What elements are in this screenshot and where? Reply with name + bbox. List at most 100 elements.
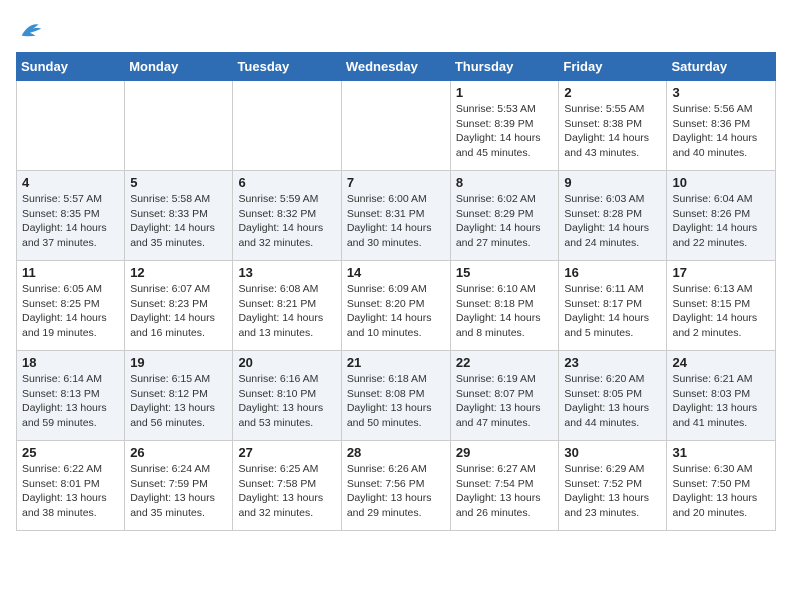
day-number: 11 <box>22 265 119 280</box>
day-number: 16 <box>564 265 661 280</box>
day-info: Sunrise: 6:10 AM Sunset: 8:18 PM Dayligh… <box>456 282 554 341</box>
calendar-cell: 9 Sunrise: 6:03 AM Sunset: 8:28 PM Daylig… <box>559 171 667 261</box>
page-header <box>16 16 776 44</box>
day-number: 31 <box>672 445 770 460</box>
calendar-header-row: SundayMondayTuesdayWednesdayThursdayFrid… <box>17 53 776 81</box>
day-number: 25 <box>22 445 119 460</box>
day-number: 29 <box>456 445 554 460</box>
calendar-cell: 6Sunrise: 5:59 AM Sunset: 8:32 PM Daylig… <box>233 171 341 261</box>
day-header-friday: Friday <box>559 53 667 81</box>
week-row: 4 Sunrise: 5:57 AM Sunset: 8:35 PM Daylig… <box>17 171 776 261</box>
day-info: Sunrise: 6:05 AM Sunset: 8:25 PM Dayligh… <box>22 282 119 341</box>
day-number: 17 <box>672 265 770 280</box>
day-info: Sunrise: 6:07 AM Sunset: 8:23 PM Dayligh… <box>130 282 227 341</box>
day-number: 23 <box>564 355 661 370</box>
calendar-table: SundayMondayTuesdayWednesdayThursdayFrid… <box>16 52 776 531</box>
calendar-cell: 29 Sunrise: 6:27 AM Sunset: 7:54 PM Dayli… <box>450 441 559 531</box>
day-number: 10 <box>672 175 770 190</box>
week-row: 1Sunrise: 5:53 AM Sunset: 8:39 PM Daylig… <box>17 81 776 171</box>
day-info: Sunrise: 6:27 AM Sunset: 7:54 PM Dayligh… <box>456 462 554 521</box>
calendar-cell: 23 Sunrise: 6:20 AM Sunset: 8:05 PM Dayli… <box>559 351 667 441</box>
calendar-cell: 1Sunrise: 5:53 AM Sunset: 8:39 PM Daylig… <box>450 81 559 171</box>
day-info: Sunrise: 6:25 AM Sunset: 7:58 PM Dayligh… <box>238 462 335 521</box>
day-number: 9 <box>564 175 661 190</box>
logo <box>16 16 48 44</box>
day-info: Sunrise: 6:26 AM Sunset: 7:56 PM Dayligh… <box>347 462 445 521</box>
day-info: Sunrise: 6:29 AM Sunset: 7:52 PM Dayligh… <box>564 462 661 521</box>
calendar-cell: 10 Sunrise: 6:04 AM Sunset: 8:26 PM Dayli… <box>667 171 776 261</box>
day-info: Sunrise: 6:14 AM Sunset: 8:13 PM Dayligh… <box>22 372 119 431</box>
calendar-cell: 17 Sunrise: 6:13 AM Sunset: 8:15 PM Dayli… <box>667 261 776 351</box>
day-info: Sunrise: 5:56 AM Sunset: 8:36 PM Dayligh… <box>672 102 770 161</box>
calendar-cell: 4 Sunrise: 5:57 AM Sunset: 8:35 PM Daylig… <box>17 171 125 261</box>
day-number: 12 <box>130 265 227 280</box>
calendar-cell: 20 Sunrise: 6:16 AM Sunset: 8:10 PM Dayli… <box>233 351 341 441</box>
day-number: 20 <box>238 355 335 370</box>
calendar-cell: 13 Sunrise: 6:08 AM Sunset: 8:21 PM Dayli… <box>233 261 341 351</box>
day-info: Sunrise: 5:57 AM Sunset: 8:35 PM Dayligh… <box>22 192 119 251</box>
calendar-cell: 5Sunrise: 5:58 AM Sunset: 8:33 PM Daylig… <box>125 171 233 261</box>
week-row: 18 Sunrise: 6:14 AM Sunset: 8:13 PM Dayli… <box>17 351 776 441</box>
day-info: Sunrise: 5:58 AM Sunset: 8:33 PM Dayligh… <box>130 192 227 251</box>
day-header-wednesday: Wednesday <box>341 53 450 81</box>
calendar-cell <box>341 81 450 171</box>
day-number: 26 <box>130 445 227 460</box>
calendar-cell: 30 Sunrise: 6:29 AM Sunset: 7:52 PM Dayli… <box>559 441 667 531</box>
day-info: Sunrise: 6:18 AM Sunset: 8:08 PM Dayligh… <box>347 372 445 431</box>
calendar-cell: 7 Sunrise: 6:00 AM Sunset: 8:31 PM Daylig… <box>341 171 450 261</box>
day-header-monday: Monday <box>125 53 233 81</box>
day-info: Sunrise: 6:08 AM Sunset: 8:21 PM Dayligh… <box>238 282 335 341</box>
day-number: 4 <box>22 175 119 190</box>
calendar-cell: 25 Sunrise: 6:22 AM Sunset: 8:01 PM Dayli… <box>17 441 125 531</box>
day-number: 3 <box>672 85 770 100</box>
day-header-saturday: Saturday <box>667 53 776 81</box>
day-number: 6 <box>238 175 335 190</box>
day-number: 22 <box>456 355 554 370</box>
day-header-thursday: Thursday <box>450 53 559 81</box>
day-number: 30 <box>564 445 661 460</box>
day-info: Sunrise: 6:22 AM Sunset: 8:01 PM Dayligh… <box>22 462 119 521</box>
day-info: Sunrise: 6:03 AM Sunset: 8:28 PM Dayligh… <box>564 192 661 251</box>
calendar-cell: 11 Sunrise: 6:05 AM Sunset: 8:25 PM Dayli… <box>17 261 125 351</box>
day-info: Sunrise: 6:16 AM Sunset: 8:10 PM Dayligh… <box>238 372 335 431</box>
day-info: Sunrise: 6:20 AM Sunset: 8:05 PM Dayligh… <box>564 372 661 431</box>
day-header-sunday: Sunday <box>17 53 125 81</box>
day-info: Sunrise: 6:00 AM Sunset: 8:31 PM Dayligh… <box>347 192 445 251</box>
day-info: Sunrise: 6:13 AM Sunset: 8:15 PM Dayligh… <box>672 282 770 341</box>
calendar-cell: 3 Sunrise: 5:56 AM Sunset: 8:36 PM Daylig… <box>667 81 776 171</box>
calendar-cell: 12 Sunrise: 6:07 AM Sunset: 8:23 PM Dayli… <box>125 261 233 351</box>
calendar-cell: 18 Sunrise: 6:14 AM Sunset: 8:13 PM Dayli… <box>17 351 125 441</box>
logo-icon <box>16 16 44 44</box>
day-number: 14 <box>347 265 445 280</box>
day-number: 18 <box>22 355 119 370</box>
day-header-tuesday: Tuesday <box>233 53 341 81</box>
day-info: Sunrise: 6:15 AM Sunset: 8:12 PM Dayligh… <box>130 372 227 431</box>
day-number: 15 <box>456 265 554 280</box>
week-row: 11 Sunrise: 6:05 AM Sunset: 8:25 PM Dayli… <box>17 261 776 351</box>
day-info: Sunrise: 6:11 AM Sunset: 8:17 PM Dayligh… <box>564 282 661 341</box>
day-number: 21 <box>347 355 445 370</box>
calendar-cell: 26Sunrise: 6:24 AM Sunset: 7:59 PM Dayli… <box>125 441 233 531</box>
calendar-cell: 27Sunrise: 6:25 AM Sunset: 7:58 PM Dayli… <box>233 441 341 531</box>
calendar-cell: 22Sunrise: 6:19 AM Sunset: 8:07 PM Dayli… <box>450 351 559 441</box>
calendar-cell: 19Sunrise: 6:15 AM Sunset: 8:12 PM Dayli… <box>125 351 233 441</box>
day-info: Sunrise: 6:09 AM Sunset: 8:20 PM Dayligh… <box>347 282 445 341</box>
calendar-cell: 24 Sunrise: 6:21 AM Sunset: 8:03 PM Dayli… <box>667 351 776 441</box>
day-info: Sunrise: 6:04 AM Sunset: 8:26 PM Dayligh… <box>672 192 770 251</box>
day-number: 28 <box>347 445 445 460</box>
day-number: 24 <box>672 355 770 370</box>
day-info: Sunrise: 6:21 AM Sunset: 8:03 PM Dayligh… <box>672 372 770 431</box>
calendar-cell: 16 Sunrise: 6:11 AM Sunset: 8:17 PM Dayli… <box>559 261 667 351</box>
calendar-cell <box>233 81 341 171</box>
day-number: 2 <box>564 85 661 100</box>
day-number: 8 <box>456 175 554 190</box>
calendar-cell <box>125 81 233 171</box>
week-row: 25 Sunrise: 6:22 AM Sunset: 8:01 PM Dayli… <box>17 441 776 531</box>
calendar-cell: 8Sunrise: 6:02 AM Sunset: 8:29 PM Daylig… <box>450 171 559 261</box>
day-number: 13 <box>238 265 335 280</box>
day-number: 7 <box>347 175 445 190</box>
day-info: Sunrise: 5:53 AM Sunset: 8:39 PM Dayligh… <box>456 102 554 161</box>
calendar-cell: 21 Sunrise: 6:18 AM Sunset: 8:08 PM Dayli… <box>341 351 450 441</box>
calendar-cell: 31Sunrise: 6:30 AM Sunset: 7:50 PM Dayli… <box>667 441 776 531</box>
day-info: Sunrise: 5:55 AM Sunset: 8:38 PM Dayligh… <box>564 102 661 161</box>
